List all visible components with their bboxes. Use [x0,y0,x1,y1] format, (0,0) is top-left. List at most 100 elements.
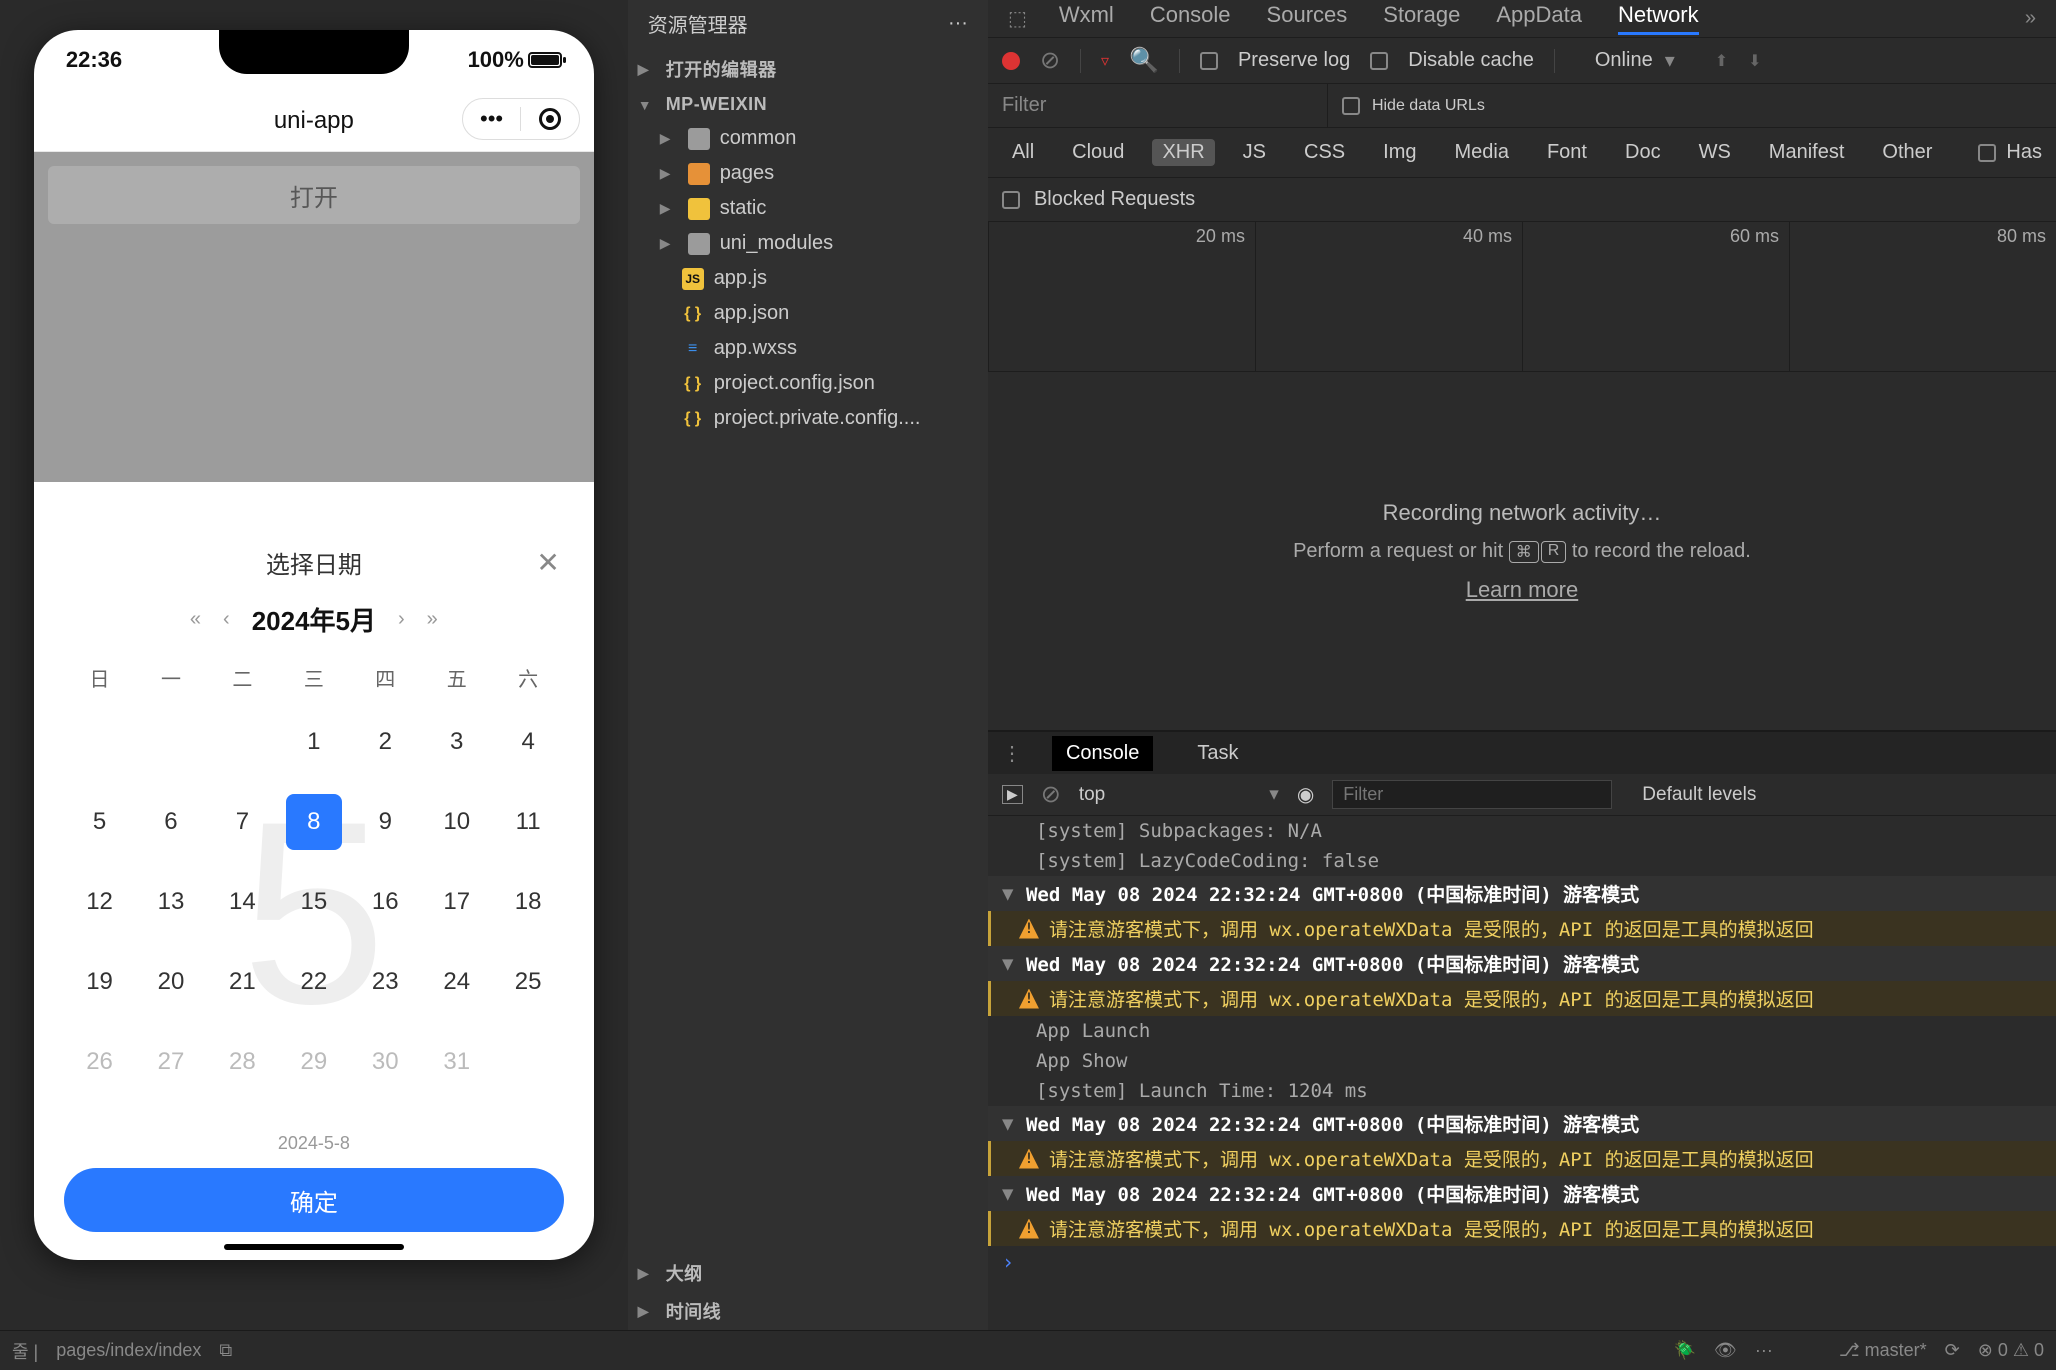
throttling-select[interactable]: Online▾ [1575,48,1695,73]
upload-icon[interactable]: ⬆ [1715,51,1728,71]
tab-sources[interactable]: Sources [1267,2,1348,35]
search-icon[interactable]: 🔍 [1129,46,1159,75]
hide-data-urls-checkbox[interactable] [1342,97,1360,115]
more-status-icon[interactable]: ··· [1755,1340,1773,1361]
folder-item[interactable]: ▶common [628,121,988,156]
timeline-section[interactable]: ▶ 时间线 [628,1292,988,1330]
date-cell[interactable]: 8 [278,782,349,862]
status-warnings-inline[interactable]: 줄 | [12,1338,38,1364]
type-filter[interactable]: WS [1689,139,1741,166]
filter-icon[interactable]: ▿ [1101,51,1109,71]
project-section[interactable]: ▼ MP-WEIXIN [628,88,988,121]
console-filter-input[interactable] [1332,780,1612,809]
date-cell[interactable]: 11 [492,782,563,862]
context-select[interactable]: top▾ [1079,783,1279,806]
prev-year-icon[interactable]: « [190,608,201,631]
more-icon[interactable]: ··· [948,12,968,35]
folder-item[interactable]: ▶pages [628,156,988,191]
chevron-down-icon[interactable]: ▼ [1002,953,1016,975]
log-levels-select[interactable]: Default levels [1642,784,1756,806]
debug-icon[interactable]: 🪲 [1674,1340,1696,1361]
date-cell[interactable]: 20 [135,942,206,1022]
date-cell[interactable]: 16 [350,862,421,942]
date-cell[interactable]: 23 [350,942,421,1022]
problems[interactable]: ⊗ 0 ⚠ 0 [1978,1340,2044,1361]
date-cell[interactable]: 7 [207,782,278,862]
console-prompt[interactable]: › [988,1246,2056,1278]
chevron-down-icon[interactable]: ▼ [1002,1113,1016,1135]
date-cell[interactable]: 9 [350,782,421,862]
confirm-button[interactable]: 确定 [64,1168,564,1232]
chevron-down-icon[interactable]: ▼ [1002,1183,1016,1205]
network-timeline[interactable]: 20 ms40 ms60 ms80 ms [988,222,2056,372]
download-icon[interactable]: ⬇ [1748,51,1761,71]
date-cell[interactable]: 17 [421,862,492,942]
type-filter[interactable]: CSS [1294,139,1355,166]
page-path[interactable]: pages/index/index [56,1340,201,1361]
record-icon[interactable] [1002,52,1020,70]
live-expression-icon[interactable]: ◉ [1297,782,1314,807]
prev-month-icon[interactable]: ‹ [223,608,230,631]
tab-wxml[interactable]: Wxml [1059,2,1114,35]
date-cell[interactable]: 3 [421,702,492,782]
file-item[interactable]: { }app.json [628,296,988,331]
folder-item[interactable]: ▶uni_modules [628,226,988,261]
preview-icon[interactable]: 👁 [1714,1340,1737,1361]
tab-storage[interactable]: Storage [1383,2,1460,35]
type-filter[interactable]: Media [1444,139,1518,166]
tab-console[interactable]: Console [1052,736,1153,771]
date-cell[interactable]: 31 [421,1022,492,1102]
date-cell[interactable]: 1 [278,702,349,782]
date-cell[interactable]: 26 [64,1022,135,1102]
has-blocked-checkbox[interactable] [1978,144,1996,162]
file-item[interactable]: { }project.config.json [628,366,988,401]
outline-section[interactable]: ▶ 大纲 [628,1254,988,1292]
open-button[interactable]: 打开 [48,166,580,224]
tab-console[interactable]: Console [1150,2,1231,35]
learn-more-link[interactable]: Learn more [1466,577,1579,603]
tab-task[interactable]: Task [1183,736,1252,771]
console-messages[interactable]: [system] Subpackages: N/A[system] LazyCo… [988,816,2056,1330]
sync-icon[interactable]: ⟳ [1945,1340,1960,1361]
type-filter[interactable]: JS [1233,139,1276,166]
disable-cache-checkbox[interactable] [1370,52,1388,70]
type-filter[interactable]: All [1002,139,1044,166]
date-cell[interactable]: 27 [135,1022,206,1102]
date-cell[interactable]: 5 [64,782,135,862]
capsule-close-icon[interactable] [521,108,579,130]
date-cell[interactable]: 4 [492,702,563,782]
date-cell[interactable]: 22 [278,942,349,1022]
overflow-icon[interactable]: » [2025,7,2036,30]
date-cell[interactable]: 12 [64,862,135,942]
close-icon[interactable]: ✕ [536,546,559,579]
open-editors-section[interactable]: ▶ 打开的编辑器 [628,50,988,88]
type-filter[interactable]: Cloud [1062,139,1134,166]
clear-icon[interactable]: ⊘ [1040,46,1060,75]
type-filter[interactable]: Img [1373,139,1426,166]
capsule-button[interactable]: ••• [462,98,580,140]
date-cell[interactable]: 30 [350,1022,421,1102]
branch-icon[interactable]: ⎇ master* [1839,1340,1927,1361]
date-cell[interactable]: 21 [207,942,278,1022]
date-cell[interactable]: 2 [350,702,421,782]
date-cell[interactable]: 15 [278,862,349,942]
date-cell[interactable]: 6 [135,782,206,862]
date-cell[interactable]: 28 [207,1022,278,1102]
drawer-menu-icon[interactable]: ⋮ [1002,741,1022,766]
type-filter[interactable]: Doc [1615,139,1671,166]
inspect-icon[interactable]: ⬚ [1008,6,1027,31]
next-month-icon[interactable]: › [398,608,405,631]
date-cell[interactable]: 14 [207,862,278,942]
chevron-down-icon[interactable]: ▼ [1002,883,1016,905]
file-item[interactable]: { }project.private.config.... [628,401,988,436]
date-cell[interactable]: 24 [421,942,492,1022]
type-filter[interactable]: Other [1872,139,1942,166]
network-filter-input[interactable]: Filter [988,84,1328,127]
date-cell[interactable]: 10 [421,782,492,862]
blocked-requests-checkbox[interactable] [1002,191,1020,209]
file-item[interactable]: JSapp.js [628,261,988,296]
console-sidebar-icon[interactable]: ▶ [1002,785,1023,804]
preserve-log-checkbox[interactable] [1200,52,1218,70]
clear-console-icon[interactable]: ⊘ [1041,780,1061,809]
file-item[interactable]: ≡app.wxss [628,331,988,366]
